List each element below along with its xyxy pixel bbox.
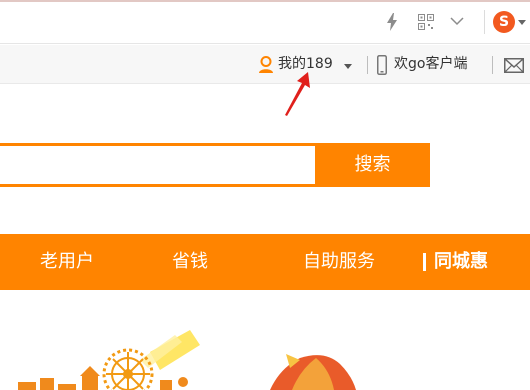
- banner-illustration: [18, 330, 356, 390]
- nav-item-local-deals[interactable]: 同城惠: [434, 234, 488, 290]
- annotation-arrow-icon: [285, 72, 310, 116]
- client-download-link[interactable]: 欢go客户端: [394, 54, 467, 74]
- browser-toolbar: S: [0, 0, 530, 44]
- toolbar-top-line: [0, 0, 530, 2]
- sogou-logo-icon[interactable]: S: [493, 11, 515, 33]
- nav-item-save-money[interactable]: 省钱: [172, 234, 208, 290]
- nav-item-old-users[interactable]: 老用户: [40, 234, 94, 290]
- lightning-icon[interactable]: [385, 13, 399, 31]
- toolbar-divider: [484, 10, 485, 34]
- nav-divider: [423, 253, 426, 271]
- phone-icon: [377, 55, 387, 75]
- qr-code-icon[interactable]: [418, 14, 434, 30]
- search-input[interactable]: [0, 143, 316, 187]
- sogou-menu-caret-icon[interactable]: [518, 20, 526, 25]
- search-button[interactable]: 搜索: [315, 143, 430, 187]
- main-nav: 老用户 省钱 自助服务 同城惠: [0, 234, 530, 290]
- user-icon: [259, 56, 273, 73]
- mail-icon[interactable]: [504, 58, 524, 73]
- chevron-down-icon[interactable]: [450, 16, 464, 26]
- top-bar-divider: [367, 56, 368, 74]
- promo-banner[interactable]: [0, 290, 530, 390]
- nav-item-self-service[interactable]: 自助服务: [303, 234, 375, 290]
- top-bar-divider: [492, 56, 493, 74]
- my-account-caret-icon[interactable]: [344, 64, 352, 69]
- page-root: S 我的189 欢go客户端 搜索 老用户 省钱 自助服务 同城惠: [0, 0, 530, 390]
- site-top-bar: 我的189 欢go客户端: [0, 45, 530, 84]
